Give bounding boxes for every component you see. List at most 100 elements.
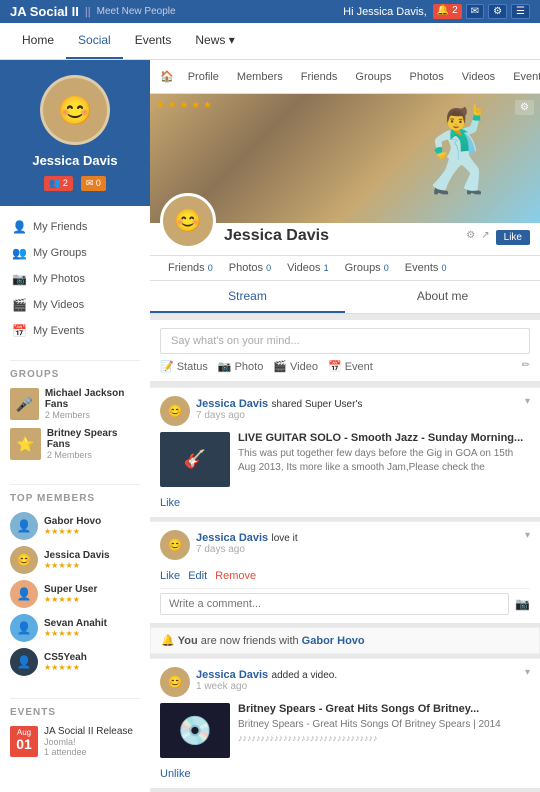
comment-input[interactable]	[160, 593, 509, 615]
home-breadcrumb-icon: 🏠	[160, 70, 174, 83]
main-content: 🏠 Profile Members Friends Groups Photos …	[150, 60, 540, 792]
stream-tabs: Stream About me	[150, 281, 540, 314]
subnav-friends[interactable]: Friends	[297, 69, 342, 85]
unlike-link[interactable]: Unlike	[160, 768, 191, 780]
member-avatar: 👤	[10, 580, 38, 608]
friend-notice-icon: 🔔	[161, 635, 175, 647]
video-icon: 🎬	[273, 360, 287, 373]
list-item: Aug 01 JA Social II Release Joomla! 1 at…	[10, 726, 140, 757]
status-action[interactable]: 📝 Status	[160, 360, 208, 373]
message-icon[interactable]: ✉	[466, 4, 484, 19]
feed-thumbnail[interactable]: 🎸	[160, 432, 230, 487]
subnav-videos[interactable]: Videos	[458, 69, 499, 85]
post-box: Say what's on your mind... 📝 Status 📷 Ph…	[150, 320, 540, 381]
profile-sub-nav: 🏠 Profile Members Friends Groups Photos …	[150, 60, 540, 94]
tab-about[interactable]: About me	[345, 281, 540, 313]
sidebar: 😊 Jessica Davis 👥 2 ✉ 0 👤 My Friends 👥 M…	[0, 60, 150, 792]
edit-icon[interactable]: ✏	[522, 360, 530, 373]
tab-groups[interactable]: Groups 0	[337, 256, 397, 280]
nav-news[interactable]: News ▾	[183, 23, 246, 59]
greeting-text: Hi Jessica Davis,	[343, 6, 427, 18]
feed-username[interactable]: Jessica Davis	[196, 398, 268, 410]
feed-item: 😊 Jessica Davis shared Super User's 7 da…	[150, 387, 540, 517]
videos-icon: 🎬	[12, 298, 27, 312]
messages-action[interactable]: ✉ 0	[81, 176, 106, 191]
nav-home[interactable]: Home	[10, 23, 66, 59]
collapse-icon[interactable]: ▾	[525, 530, 530, 541]
sidebar-item-events[interactable]: 📅 My Events	[0, 318, 150, 344]
photo-icon: 📷	[218, 360, 232, 373]
sidebar-item-groups[interactable]: 👥 My Groups	[0, 240, 150, 266]
event-action[interactable]: 📅 Event	[328, 360, 373, 373]
friends-action[interactable]: 👥 2	[44, 176, 73, 191]
video-action[interactable]: 🎬 Video	[273, 360, 318, 373]
feed-action: love it	[272, 533, 298, 544]
post-prompt[interactable]: Say what's on your mind...	[160, 328, 530, 354]
event-icon: 📅	[328, 360, 342, 373]
layout: 😊 Jessica Davis 👥 2 ✉ 0 👤 My Friends 👥 M…	[0, 60, 540, 792]
top-bar-left: JA Social II || Meet New People	[10, 4, 176, 19]
sidebar-item-photos[interactable]: 📷 My Photos	[0, 266, 150, 292]
feed-item: 😊 Jessica Davis love it 7 days ago ▾ Lik…	[150, 521, 540, 623]
sidebar-menu: 👤 My Friends 👥 My Groups 📷 My Photos 🎬 M…	[0, 206, 150, 352]
feed-time: 7 days ago	[196, 544, 298, 555]
subnav-groups[interactable]: Groups	[351, 69, 395, 85]
nav-events[interactable]: Events	[123, 23, 184, 59]
photo-action[interactable]: 📷 Photo	[218, 360, 263, 373]
feed-thumbnail[interactable]: 💿	[160, 703, 230, 758]
tab-photos[interactable]: Photos 0	[221, 256, 279, 280]
tab-friends[interactable]: Friends 0	[160, 256, 221, 280]
menu-icon[interactable]: ☰	[511, 4, 530, 19]
status-icon: 📝	[160, 360, 174, 373]
feed-foot: Unlike	[160, 764, 530, 780]
list-item: 👤 CS5Yeah ★★★★★	[10, 648, 140, 676]
edit-link[interactable]: Edit	[188, 570, 207, 582]
group-thumb: 🎤	[10, 388, 39, 420]
main-nav: Home Social Events News ▾	[0, 23, 540, 60]
group-thumb-2: ⭐	[10, 428, 41, 460]
group-item: 🎤 Michael Jackson Fans 2 Members	[10, 388, 140, 420]
feed-username[interactable]: Jessica Davis	[196, 669, 268, 681]
settings-profile-icon[interactable]: ⚙	[466, 230, 475, 245]
like-link[interactable]: Like	[160, 570, 180, 582]
like-button[interactable]: Like	[496, 230, 530, 245]
subnav-profile[interactable]: Profile	[184, 69, 223, 85]
feed-title: Britney Spears - Great Hits Songs Of Bri…	[238, 703, 530, 715]
like-link[interactable]: Like	[160, 497, 180, 509]
sidebar-item-friends[interactable]: 👤 My Friends	[0, 214, 150, 240]
tab-stream[interactable]: Stream	[150, 281, 345, 313]
feed-time: 7 days ago	[196, 410, 362, 421]
profile-identity-actions: ⚙ ↗ Like	[466, 230, 530, 249]
collapse-icon[interactable]: ▾	[525, 396, 530, 407]
tab-events[interactable]: Events 0	[397, 256, 455, 280]
events-icon: 📅	[12, 324, 27, 338]
top-members-title: TOP MEMBERS	[10, 484, 140, 504]
send-icon[interactable]: 📷	[515, 597, 530, 611]
settings-icon[interactable]: ⚙	[488, 4, 507, 19]
events-section: EVENTS Aug 01 JA Social II Release Jooml…	[0, 690, 150, 771]
comment-box: 📷	[160, 588, 530, 615]
subnav-members[interactable]: Members	[233, 69, 287, 85]
cover-settings-icon[interactable]: ⚙	[515, 100, 534, 115]
group-item: ⭐ Britney Spears Fans 2 Members	[10, 428, 140, 460]
subnav-events[interactable]: Events	[509, 69, 540, 85]
subnav-photos[interactable]: Photos	[406, 69, 448, 85]
sidebar-item-videos[interactable]: 🎬 My Videos	[0, 292, 150, 318]
notification-icon[interactable]: 🔔 2	[433, 4, 462, 19]
tab-videos[interactable]: Videos 1	[279, 256, 337, 280]
top-bar: JA Social II || Meet New People Hi Jessi…	[0, 0, 540, 23]
event-date: Aug 01	[10, 726, 38, 757]
feed-action: added a video.	[272, 670, 338, 681]
nav-social[interactable]: Social	[66, 23, 123, 59]
collapse-icon[interactable]: ▾	[525, 667, 530, 678]
share-profile-icon[interactable]: ↗	[481, 230, 489, 245]
profile-identity: 😊 Jessica Davis ⚙ ↗ Like	[150, 223, 540, 256]
feed-avatar: 😊	[160, 667, 190, 697]
cover-stars: ★ ★ ★ ★ ★	[156, 100, 212, 111]
member-avatar: 👤	[10, 512, 38, 540]
feed-username[interactable]: Jessica Davis	[196, 532, 268, 544]
friend-link[interactable]: Gabor Hovo	[302, 635, 365, 647]
feed-item: 😊 Jessica Davis added a video. 1 week ag…	[150, 658, 540, 788]
remove-link[interactable]: Remove	[215, 570, 256, 582]
top-bar-icons: 🔔 2 ✉ ⚙ ☰	[433, 4, 530, 19]
